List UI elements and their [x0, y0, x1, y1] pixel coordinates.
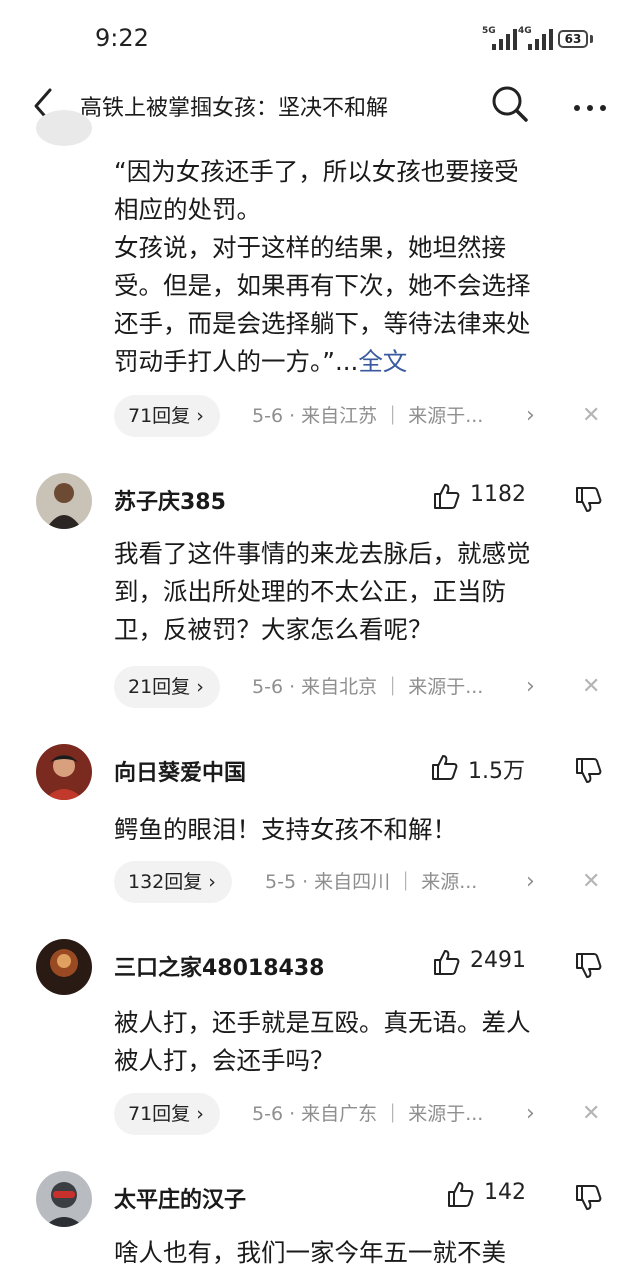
comment-text: 鳄鱼的眼泪！支持女孩不和解！: [114, 811, 614, 849]
like-count: 1.5万: [468, 759, 525, 784]
comment-text-line: 罚动手打人的一方。”...全文: [114, 343, 614, 381]
comment-text: 我看了这件事情的来龙去脉后，就感觉 到，派出所处理的不太公正，正当防 卫，反被罚…: [114, 535, 614, 649]
avatar[interactable]: [36, 473, 92, 529]
comment-text-line: “因为女孩还手了，所以女孩也要接受: [114, 157, 519, 186]
comment-meta[interactable]: 5-6 · 来自北京 ｜ 来源于...: [252, 666, 483, 708]
thumbs-up-icon[interactable]: [446, 1180, 474, 1212]
comment-text-line: 还手，而是会选择躺下，等待法律来处: [114, 309, 531, 338]
username[interactable]: 苏子庆385: [114, 484, 226, 516]
comment-text-line: 鳄鱼的眼泪！支持女孩不和解！: [114, 815, 457, 844]
comment-text: 被人打，还手就是互殴。真无语。差人 被人打，会还手吗？: [114, 1004, 614, 1080]
status-bar: 9:22 5G 4G 63: [0, 0, 640, 80]
comment-text-line: 相应的处罚。: [114, 195, 261, 224]
thumbs-up-icon[interactable]: [432, 948, 460, 980]
comment-text-line: 我看了这件事情的来龙去脉后，就感觉: [114, 539, 531, 568]
comment-text-line: 啥人也有，我们一家今年五一就不美: [114, 1238, 506, 1267]
battery-tip: [590, 35, 593, 43]
chevron-right-icon[interactable]: ›: [526, 666, 535, 708]
comment-text-line: 卫，反被罚？大家怎么看呢？: [114, 615, 433, 644]
avatar[interactable]: [36, 939, 92, 995]
username[interactable]: 向日葵爱中国: [114, 755, 246, 787]
close-icon[interactable]: ✕: [582, 1093, 600, 1135]
close-icon[interactable]: ✕: [582, 395, 600, 437]
thumbs-up-icon[interactable]: [432, 482, 460, 514]
replies-label: 71回复: [128, 1103, 191, 1125]
replies-label: 71回复: [128, 405, 191, 427]
replies-label: 21回复: [128, 676, 191, 698]
comment-text-line: 受。但是，如果再有下次，她不会选择: [114, 271, 531, 300]
comment-text-line: 被人打，会还手吗？: [114, 1046, 335, 1075]
like-count: 142: [484, 1180, 526, 1205]
avatar[interactable]: [36, 744, 92, 800]
more-icon[interactable]: [570, 86, 610, 126]
comment-text: “因为女孩还手了，所以女孩也要接受 相应的处罚。 女孩说，对于这样的结果，她坦然…: [114, 153, 614, 381]
replies-button[interactable]: 71回复 ›: [114, 395, 220, 437]
full-text-link[interactable]: 全文: [358, 347, 407, 376]
username[interactable]: 三口之家48018438: [114, 950, 324, 982]
comment-text: 啥人也有，我们一家今年五一就不美: [114, 1234, 614, 1272]
comment-text-line: 到，派出所处理的不太公正，正当防: [114, 577, 506, 606]
avatar[interactable]: [36, 1171, 92, 1227]
thumbs-up-icon[interactable]: [430, 753, 458, 785]
nav-bar: 高铁上被掌掴女孩：坚决不和解: [0, 80, 640, 130]
comment-text-line: 女孩说，对于这样的结果，她坦然接: [114, 233, 506, 262]
like-count: 1182: [470, 482, 526, 507]
comment-meta[interactable]: 5-6 · 来自江苏 ｜ 来源于...: [252, 395, 483, 437]
comment-text-line: 被人打，还手就是互殴。真无语。差人: [114, 1008, 531, 1037]
chevron-right-icon[interactable]: ›: [526, 1093, 535, 1135]
page-title: 高铁上被掌掴女孩：坚决不和解: [80, 96, 389, 121]
avatar: [36, 110, 92, 146]
search-icon[interactable]: [490, 84, 530, 124]
comment-text-tail: 罚动手打人的一方。”...: [114, 347, 359, 376]
close-icon[interactable]: ✕: [582, 666, 600, 708]
comment-meta[interactable]: 5-5 · 来自四川 ｜ 来源...: [265, 861, 477, 903]
like-count: 2491: [470, 948, 526, 973]
close-icon[interactable]: ✕: [582, 861, 600, 903]
replies-button[interactable]: 21回复 ›: [114, 666, 220, 708]
thumbs-down-icon[interactable]: [574, 757, 602, 789]
status-time: 9:22: [95, 24, 149, 52]
chevron-right-icon[interactable]: ›: [526, 395, 535, 437]
thumbs-down-icon[interactable]: [574, 486, 602, 518]
battery-icon: 63: [558, 30, 588, 48]
thumbs-down-icon[interactable]: [574, 1184, 602, 1216]
replies-label: 132回复: [128, 871, 203, 893]
thumbs-down-icon[interactable]: [574, 952, 602, 984]
comment-meta[interactable]: 5-6 · 来自广东 ｜ 来源于...: [252, 1093, 483, 1135]
replies-button[interactable]: 71回复 ›: [114, 1093, 220, 1135]
chevron-right-icon[interactable]: ›: [526, 861, 535, 903]
replies-button[interactable]: 132回复 ›: [114, 861, 232, 903]
username[interactable]: 太平庄的汉子: [114, 1182, 246, 1214]
